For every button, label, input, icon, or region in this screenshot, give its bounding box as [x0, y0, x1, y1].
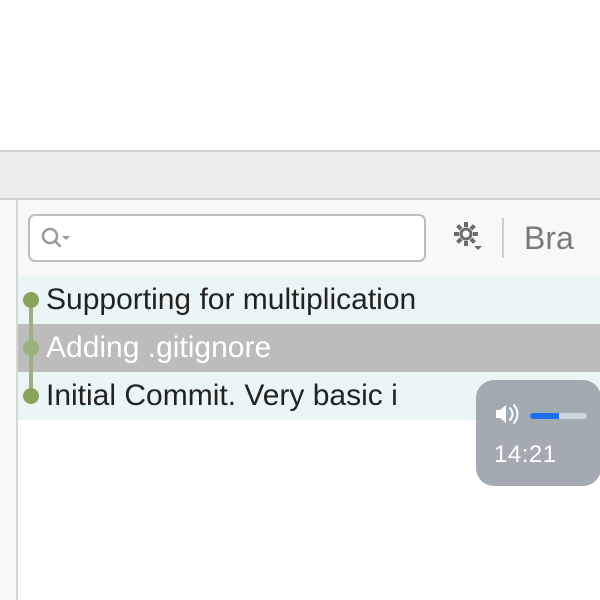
volume-fill	[530, 413, 559, 419]
gear-icon	[450, 220, 486, 256]
commit-row[interactable]: Supporting for multiplication	[18, 276, 600, 324]
speaker-icon	[494, 402, 522, 431]
search-icon	[40, 226, 70, 250]
toolbar-divider	[502, 218, 504, 258]
top-blank-area	[0, 0, 600, 150]
volume-osd: 14:21	[476, 380, 600, 486]
commit-message: Supporting for multiplication	[46, 283, 416, 317]
settings-button[interactable]	[444, 214, 492, 262]
header-band	[0, 150, 600, 200]
osd-time: 14:21	[494, 441, 587, 469]
volume-slider[interactable]	[530, 413, 587, 419]
branch-dropdown[interactable]: Bra	[524, 214, 574, 262]
search-input[interactable]	[72, 216, 414, 260]
commit-message: Adding .gitignore	[46, 331, 271, 365]
commit-message: Initial Commit. Very basic i	[46, 379, 398, 413]
commit-row-selected[interactable]: Adding .gitignore	[18, 324, 600, 372]
left-gutter	[0, 200, 18, 600]
app-window: Bra Supporting for multiplication Adding…	[0, 0, 600, 600]
search-field-wrap[interactable]	[28, 214, 426, 262]
